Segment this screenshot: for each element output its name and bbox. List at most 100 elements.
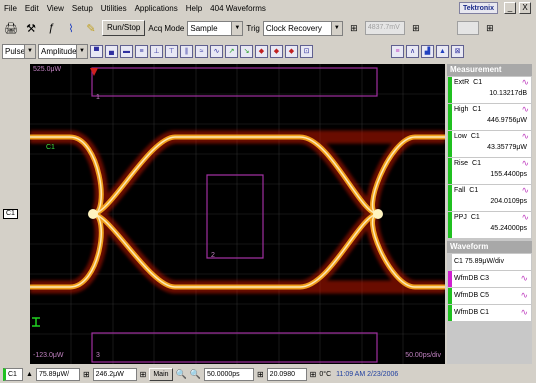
measurement-toolbar: Pulse ▼ Amplitude ▼ ▀ ▄ ▬ ≡ ⊥ ⊤ ∥ ≈ ∿ ↗ … — [0, 41, 536, 61]
measurement-value: 45.24000ps — [490, 225, 527, 232]
menu-waveforms[interactable]: 404 Waveforms — [206, 4, 270, 13]
up-arrow-icon[interactable]: ▲ — [26, 371, 33, 378]
measure-pp-icon[interactable]: ⊥ — [150, 44, 163, 58]
measure-width-icon[interactable]: ◆ — [255, 44, 268, 58]
measurement-title: Measurement — [447, 64, 532, 76]
measure-mean-icon[interactable]: ≈ — [195, 44, 208, 58]
pencil-icon[interactable]: ✎ — [82, 19, 100, 37]
waveform-item-c1[interactable]: WfmDB C1 ∿ — [448, 305, 531, 321]
trigger-level-field[interactable]: 4837.7mV — [364, 21, 405, 35]
menu-file[interactable]: File — [0, 4, 21, 13]
wave-icon: ∿ — [521, 185, 529, 195]
temperature-label: 0°C — [319, 371, 332, 378]
help-icon[interactable]: ⊞ — [481, 19, 499, 37]
position-field[interactable]: 20.0980 — [266, 368, 307, 381]
mask-icon[interactable]: ▲ — [436, 44, 449, 58]
menu-utilities[interactable]: Utilities — [97, 4, 131, 13]
main-button[interactable]: Main — [149, 368, 173, 381]
run-stop-button[interactable]: Run/Stop — [102, 20, 146, 36]
amplitude-value: Amplitude — [41, 46, 77, 56]
mask-label-2: 2 — [211, 252, 215, 259]
trigger-icon[interactable]: ⊞ — [345, 19, 363, 37]
wave-icon: ∿ — [520, 273, 528, 283]
measure-period-icon[interactable]: ◆ — [270, 44, 283, 58]
offset-field[interactable]: 246.2μW — [92, 368, 137, 381]
menu-edit[interactable]: Edit — [21, 4, 43, 13]
acq-mode-select[interactable]: Sample ▼ — [187, 20, 244, 36]
measure-fall-icon[interactable]: ↘ — [240, 44, 253, 58]
measure-icon[interactable]: ⌇ — [62, 19, 80, 37]
waveform-label: WfmDB C3 — [454, 275, 489, 282]
trig-select[interactable]: Clock Recovery ▼ — [262, 20, 343, 36]
amplitude-select[interactable]: Amplitude ▼ — [38, 43, 88, 59]
measurement-channel: C1 — [473, 79, 483, 86]
wave-icon: ∿ — [521, 104, 529, 114]
minimize-button[interactable]: _ — [504, 2, 516, 14]
histogram-icon[interactable]: ▟ — [421, 44, 434, 58]
mask-label-1: 1 — [96, 94, 100, 101]
spin-icon[interactable]: ⊞ — [310, 370, 317, 379]
measurement-name: ExtR — [454, 79, 470, 86]
vertical-scale-field[interactable]: 75.89μW/ — [35, 368, 80, 381]
tools-icon[interactable]: ⚒ — [22, 19, 40, 37]
settings-icon[interactable]: ≡ — [391, 44, 404, 58]
measure-min-icon[interactable]: ∥ — [180, 44, 193, 58]
function-icon[interactable]: ƒ — [42, 19, 60, 37]
measure-high-icon[interactable]: ▀ — [90, 44, 103, 58]
measurement-value: 204.0109ps — [490, 198, 527, 205]
measure-rise-icon[interactable]: ↗ — [225, 44, 238, 58]
menu-help[interactable]: Help — [182, 4, 206, 13]
level-spin-icon[interactable]: ⊞ — [407, 19, 425, 37]
waveform-item-c5[interactable]: WfmDB C5 ∿ — [448, 288, 531, 304]
measurement-value: 43.35779μW — [487, 144, 527, 151]
measure-rms-icon[interactable]: ∿ — [210, 44, 223, 58]
zoom-in-icon[interactable]: 🔍 — [176, 369, 187, 380]
channel-field[interactable]: C1 — [3, 368, 23, 381]
zoom-out-icon[interactable]: 🔍 — [190, 369, 201, 380]
trig-value: Clock Recovery — [265, 23, 322, 33]
spin-icon[interactable]: ⊞ — [257, 370, 264, 379]
pulse-select[interactable]: Pulse ▼ — [2, 43, 36, 59]
print-icon[interactable]: 🖨 — [2, 19, 20, 37]
measure-max-icon[interactable]: ⊤ — [165, 44, 178, 58]
grid-icon[interactable]: ⊠ — [451, 44, 464, 58]
crossing-left — [88, 209, 98, 219]
chevron-down-icon: ▼ — [330, 21, 342, 35]
measure-low-icon[interactable]: ▄ — [105, 44, 118, 58]
measurement-channel: C1 — [470, 133, 480, 140]
wave-icon: ∿ — [521, 77, 529, 87]
measure-amp-icon[interactable]: ▬ — [120, 44, 133, 58]
waveform-scale: C1 75.89μW/div — [448, 254, 531, 270]
measurement-item[interactable]: ExtR C1 10.13217dB ∿ — [448, 77, 531, 103]
spin-icon[interactable]: ⊞ — [140, 370, 147, 379]
measurement-name: PPJ — [454, 214, 467, 221]
measurement-item[interactable]: Rise C1 155.4400ps ∿ — [448, 158, 531, 184]
waveform-item-c3[interactable]: WfmDB C3 ∿ — [448, 271, 531, 287]
measure-delay-icon[interactable]: ⊡ — [300, 44, 313, 58]
menu-view[interactable]: View — [43, 4, 68, 13]
main-toolbar: 🖨 ⚒ ƒ ⌇ ✎ Run/Stop Acq Mode Sample ▼ Tri… — [0, 17, 536, 39]
pulse-value: Pulse — [5, 46, 26, 56]
chevron-down-icon: ▼ — [231, 21, 243, 35]
menu-setup[interactable]: Setup — [68, 4, 97, 13]
measure-freq-icon[interactable]: ◆ — [285, 44, 298, 58]
measure-mid-icon[interactable]: ≡ — [135, 44, 148, 58]
measurement-item[interactable]: Low C1 43.35779μW ∿ — [448, 131, 531, 157]
eye-diagram-display[interactable]: 525.0μW -123.0μW 50.00ps/div C1 1 2 3 — [30, 64, 445, 364]
menu-applications[interactable]: Applications — [131, 4, 182, 13]
measurement-item[interactable]: PPJ C1 45.24000ps ∿ — [448, 212, 531, 238]
measurement-item[interactable]: High C1 446.9756μW ∿ — [448, 104, 531, 130]
scope-window: File Edit View Setup Utilities Applicati… — [0, 0, 536, 383]
acq-mode-value: Sample — [190, 23, 218, 33]
measurement-item[interactable]: Fall C1 204.0109ps ∿ — [448, 185, 531, 211]
ground-marker-icon — [32, 317, 40, 327]
time-div-field[interactable]: 50.0000ps — [203, 368, 254, 381]
spin-icon[interactable]: ⊞ — [83, 370, 90, 379]
clock-label: 11:09 AM 2/23/2006 — [336, 371, 399, 378]
bottom-scale-label: -123.0μW — [33, 352, 64, 359]
close-button[interactable]: X — [519, 2, 531, 14]
mask-center — [206, 174, 264, 259]
measurement-value: 446.9756μW — [487, 117, 527, 124]
channel-marker[interactable]: C1 — [3, 209, 18, 219]
waveform-icon[interactable]: ∧ — [406, 44, 419, 58]
